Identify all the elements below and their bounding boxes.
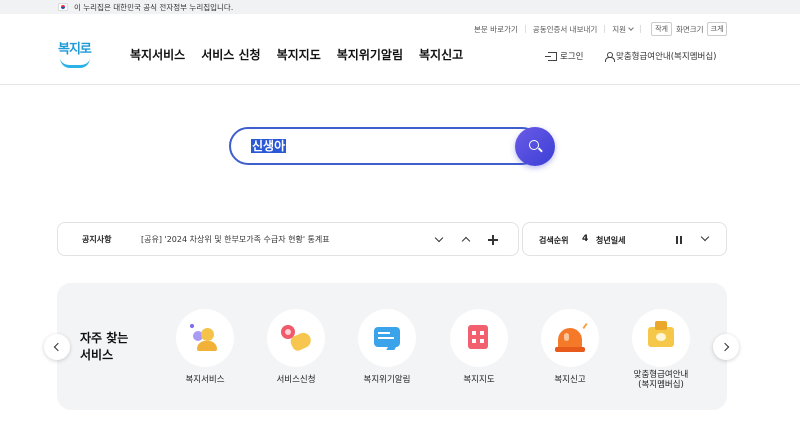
title-line-2: 서비스 (80, 348, 114, 362)
font-large-button[interactable]: 크게 (706, 22, 728, 36)
title-line-1: 자주 찾는 (80, 331, 129, 345)
service-item-welfare-services[interactable]: 복지서비스 (165, 309, 245, 385)
ranking-keyword[interactable]: 청년일세 (596, 235, 625, 246)
divider (604, 25, 606, 33)
building-icon (450, 309, 508, 367)
logo-smile-icon (60, 58, 90, 68)
service-item-welfare-map[interactable]: 복지지도 (439, 309, 519, 385)
membership-label: 맞춤형급여안내(복지멤버십) (616, 52, 717, 62)
search-ranking: 검색순위 4 청년일세 (522, 222, 727, 256)
carousel-next-button[interactable] (713, 334, 739, 360)
service-label: 복지위기알림 (363, 375, 411, 385)
search-icon-handle (538, 147, 543, 153)
service-label: 복지서비스 (185, 375, 225, 385)
login-link[interactable]: 로그인 (545, 50, 584, 62)
korea-flag-icon (58, 3, 68, 11)
membership-link[interactable]: 맞춤형급여안내(복지멤버십) (605, 50, 716, 62)
ranking-number: 4 (582, 234, 589, 244)
nav-service-apply[interactable]: 서비스 신청 (201, 46, 260, 63)
service-item-welfare-report[interactable]: 복지신고 (530, 309, 610, 385)
service-item-membership[interactable]: 맞춤형급여안내 (복지멤버십) (621, 309, 701, 390)
service-label: 서비스신청 (276, 375, 316, 385)
cert-export-link[interactable]: 공동인증서 내보내기 (533, 24, 597, 35)
service-label: 복지지도 (463, 375, 495, 385)
search-button[interactable] (515, 127, 555, 166)
ranking-label: 검색순위 (539, 236, 569, 245)
chevron-up-icon[interactable] (461, 235, 471, 245)
service-label-line-1: 맞춤형급여안내 (633, 370, 689, 380)
divider (524, 25, 526, 33)
notice-link[interactable]: [공유] '2024 차상위 및 한부모가족 수급자 현황' 통계표 (141, 234, 330, 245)
nav-crisis-alert[interactable]: 복지위기알림 (337, 46, 403, 63)
chevron-down-icon[interactable] (700, 234, 710, 244)
skip-to-content-link[interactable]: 본문 바로가기 (474, 24, 518, 35)
gov-banner: 이 누리집은 대한민국 공식 전자정부 누리집입니다. (0, 0, 800, 14)
logo[interactable]: 복지로 (58, 38, 92, 70)
service-label: 맞춤형급여안내 (복지멤버십) (621, 370, 701, 390)
support-menu[interactable]: 지원 (612, 24, 634, 35)
service-label: 복지신고 (554, 375, 586, 385)
logo-text: 복지로 (58, 42, 92, 57)
chat-bubble-icon (358, 309, 416, 367)
hand-touch-icon (267, 309, 325, 367)
search-input[interactable]: 신생아 (229, 127, 541, 165)
login-icon (545, 51, 557, 61)
service-label-line-2: (복지멤버십) (638, 380, 684, 390)
person-icon (605, 51, 615, 62)
plus-icon[interactable] (488, 235, 498, 245)
notice-bar: 공지사항 [공유] '2024 차상위 및 한부모가족 수급자 현황' 통계표 (57, 222, 519, 256)
divider (640, 25, 642, 33)
carousel-prev-button[interactable] (44, 334, 70, 360)
nav-welfare-report[interactable]: 복지신고 (419, 46, 463, 63)
frequent-services-title: 자주 찾는 서비스 (80, 330, 140, 364)
service-item-service-apply[interactable]: 서비스신청 (256, 309, 336, 385)
chevron-down-icon[interactable] (434, 235, 444, 245)
support-label: 지원 (612, 24, 627, 34)
utility-links: 본문 바로가기 공동인증서 내보내기 지원 작게 화면크기 크게 (474, 22, 728, 36)
membership-card-icon (632, 309, 690, 367)
siren-icon (541, 309, 599, 367)
main-nav: 복지서비스 서비스 신청 복지지도 복지위기알림 복지신고 (130, 46, 463, 63)
gov-banner-text: 이 누리집은 대한민국 공식 전자정부 누리집입니다. (74, 2, 234, 12)
header-divider (0, 84, 800, 85)
login-label: 로그인 (560, 52, 584, 62)
pause-icon[interactable] (675, 236, 683, 244)
font-small-button[interactable]: 작게 (651, 22, 672, 36)
notice-label: 공지사항 (82, 234, 112, 244)
service-item-crisis-alert[interactable]: 복지위기알림 (347, 309, 427, 385)
nav-welfare-map[interactable]: 복지지도 (277, 46, 321, 63)
people-icon (176, 309, 234, 367)
font-size-label: 화면크기 (675, 24, 704, 34)
chevron-down-icon (628, 24, 634, 31)
nav-welfare-services[interactable]: 복지서비스 (130, 46, 185, 63)
search-input-value: 신생아 (251, 139, 287, 153)
